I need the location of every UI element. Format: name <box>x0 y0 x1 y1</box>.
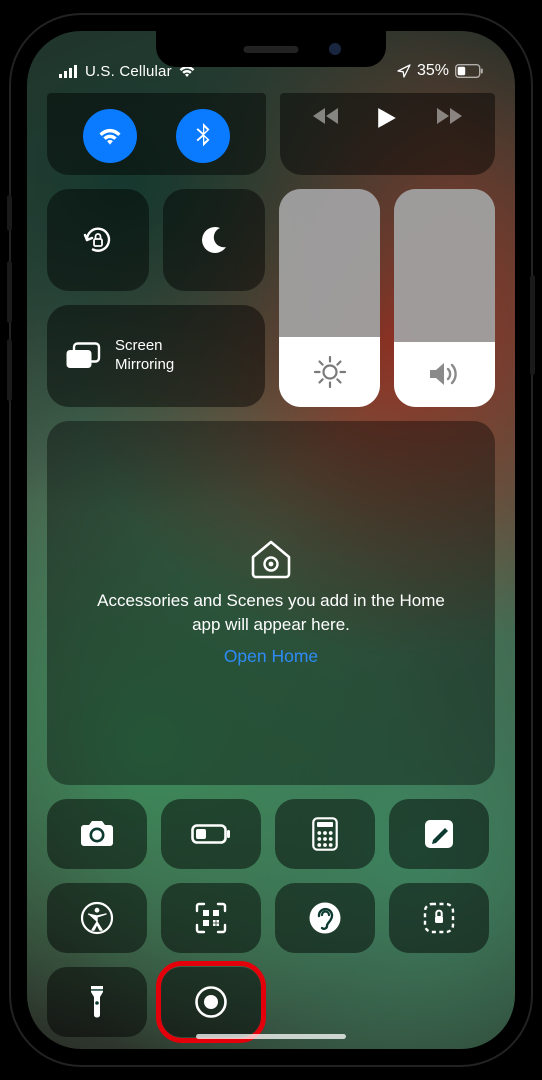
flashlight-shortcut[interactable] <box>47 967 147 1037</box>
screen-mirroring-label: Screen Mirroring <box>115 337 174 375</box>
qr-code-icon <box>195 902 227 934</box>
low-power-mode-shortcut[interactable] <box>161 799 261 869</box>
shortcut-grid <box>47 799 495 1037</box>
wifi-icon <box>97 126 123 146</box>
screen-mirroring-button[interactable]: Screen Mirroring <box>47 305 265 407</box>
camera-shortcut[interactable] <box>47 799 147 869</box>
rewind-button[interactable] <box>312 107 342 130</box>
camera-icon <box>78 820 116 848</box>
play-icon <box>377 107 397 129</box>
do-not-disturb-toggle[interactable] <box>163 189 265 291</box>
moon-icon <box>199 225 229 255</box>
carrier-label: U.S. Cellular <box>85 63 172 80</box>
brightness-icon <box>313 355 347 389</box>
hearing-icon <box>308 901 342 935</box>
side-button[interactable] <box>530 275 535 375</box>
notch <box>156 31 386 67</box>
qr-code-shortcut[interactable] <box>161 883 261 953</box>
volume-icon <box>427 360 463 388</box>
home-module[interactable]: Accessories and Scenes you add in the Ho… <box>47 421 495 785</box>
screen-recording-shortcut[interactable] <box>161 967 261 1037</box>
notes-icon <box>423 818 455 850</box>
orientation-lock-toggle[interactable] <box>47 189 149 291</box>
home-icon <box>249 539 293 579</box>
volume-slider[interactable] <box>394 189 495 407</box>
accessibility-shortcut[interactable] <box>47 883 147 953</box>
cellular-signal-icon <box>59 65 79 78</box>
guided-access-icon <box>422 901 456 935</box>
volume-up-button[interactable] <box>7 261 12 323</box>
forward-icon <box>433 107 463 125</box>
battery-icon <box>455 64 483 78</box>
battery-icon <box>191 824 231 844</box>
screen-mirroring-icon <box>65 342 101 370</box>
media-module[interactable] <box>280 93 495 175</box>
hearing-shortcut[interactable] <box>275 883 375 953</box>
accessibility-icon <box>80 901 114 935</box>
play-button[interactable] <box>377 107 397 134</box>
volume-down-button[interactable] <box>7 339 12 401</box>
front-camera <box>329 43 341 55</box>
orientation-lock-icon <box>79 221 117 259</box>
calculator-icon <box>312 817 338 851</box>
open-home-link[interactable]: Open Home <box>224 646 318 667</box>
home-message: Accessories and Scenes you add in the Ho… <box>87 589 455 637</box>
flashlight-icon <box>88 984 106 1020</box>
guided-access-shortcut[interactable] <box>389 883 489 953</box>
wifi-toggle[interactable] <box>83 109 137 163</box>
battery-percent-label: 35% <box>417 62 449 80</box>
location-arrow-icon <box>397 64 411 78</box>
home-indicator[interactable] <box>196 1034 346 1039</box>
rewind-icon <box>312 107 342 125</box>
iphone-frame: U.S. Cellular 35% <box>11 15 531 1065</box>
notes-shortcut[interactable] <box>389 799 489 869</box>
mute-switch[interactable] <box>7 195 12 231</box>
brightness-slider[interactable] <box>279 189 380 407</box>
screen-record-icon <box>193 984 229 1020</box>
screen: U.S. Cellular 35% <box>27 31 515 1049</box>
bluetooth-icon <box>195 123 211 149</box>
bluetooth-toggle[interactable] <box>176 109 230 163</box>
calculator-shortcut[interactable] <box>275 799 375 869</box>
speaker-grille <box>244 46 299 53</box>
forward-button[interactable] <box>433 107 463 130</box>
connectivity-module[interactable] <box>47 93 266 175</box>
